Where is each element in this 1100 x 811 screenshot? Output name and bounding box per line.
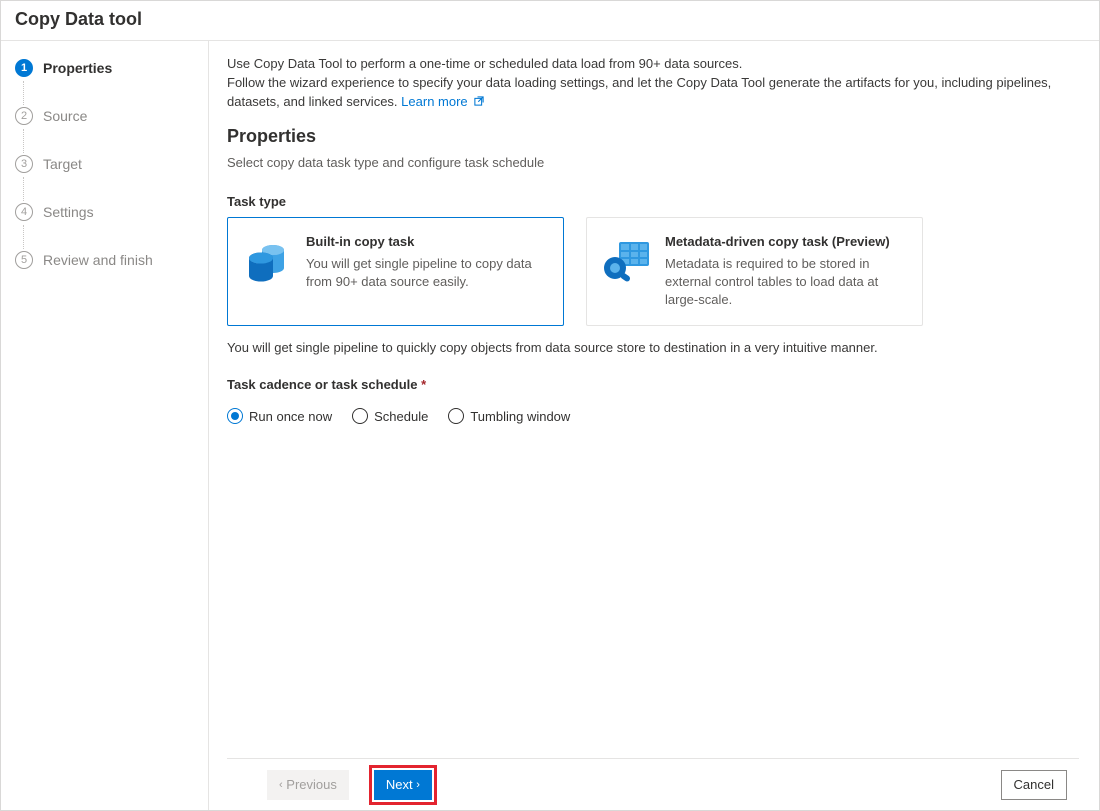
step-settings[interactable]: 4 Settings bbox=[15, 203, 194, 221]
radio-dot-icon bbox=[227, 408, 243, 424]
external-link-icon bbox=[473, 95, 485, 107]
task-type-cards: Built-in copy task You will get single p… bbox=[227, 217, 1079, 327]
step-review[interactable]: 5 Review and finish bbox=[15, 251, 194, 269]
required-asterisk: * bbox=[421, 377, 426, 392]
step-number: 2 bbox=[15, 107, 33, 125]
step-label: Properties bbox=[43, 60, 112, 76]
metadata-icon bbox=[601, 236, 651, 286]
radio-dot-icon bbox=[352, 408, 368, 424]
step-number: 3 bbox=[15, 155, 33, 173]
intro-line1: Use Copy Data Tool to perform a one-time… bbox=[227, 56, 742, 71]
card-desc: Metadata is required to be stored in ext… bbox=[665, 255, 906, 310]
schedule-label: Task cadence or task schedule * bbox=[227, 377, 1079, 392]
task-type-label: Task type bbox=[227, 194, 1079, 209]
step-number: 1 bbox=[15, 59, 33, 77]
card-builtin-copy[interactable]: Built-in copy task You will get single p… bbox=[227, 217, 564, 327]
next-button[interactable]: Next › bbox=[374, 770, 432, 800]
step-number: 5 bbox=[15, 251, 33, 269]
section-subheading: Select copy data task type and configure… bbox=[227, 155, 1079, 170]
step-properties[interactable]: 1 Properties bbox=[15, 59, 194, 77]
card-content: Built-in copy task You will get single p… bbox=[306, 234, 547, 310]
wizard-footer: ‹ Previous Next › Cancel bbox=[227, 758, 1079, 810]
step-label: Review and finish bbox=[43, 252, 153, 268]
intro-line2: Follow the wizard experience to specify … bbox=[227, 75, 1051, 109]
cancel-button[interactable]: Cancel bbox=[1001, 770, 1067, 800]
card-title: Metadata-driven copy task (Preview) bbox=[665, 234, 906, 249]
window-title: Copy Data tool bbox=[1, 1, 1099, 41]
card-desc: You will get single pipeline to copy dat… bbox=[306, 255, 547, 291]
card-metadata-driven[interactable]: Metadata-driven copy task (Preview) Meta… bbox=[586, 217, 923, 327]
step-source[interactable]: 2 Source bbox=[15, 107, 194, 125]
previous-button[interactable]: ‹ Previous bbox=[267, 770, 349, 800]
card-content: Metadata-driven copy task (Preview) Meta… bbox=[665, 234, 906, 310]
chevron-left-icon: ‹ bbox=[279, 779, 283, 791]
step-label: Settings bbox=[43, 204, 94, 220]
wizard-steps: 1 Properties 2 Source 3 Target 4 Setting… bbox=[1, 41, 209, 810]
section-heading: Properties bbox=[227, 126, 1079, 147]
intro-text: Use Copy Data Tool to perform a one-time… bbox=[227, 55, 1079, 112]
step-target[interactable]: 3 Target bbox=[15, 155, 194, 173]
chevron-right-icon: › bbox=[416, 779, 420, 791]
radio-label: Tumbling window bbox=[470, 409, 570, 424]
highlight-box: Next › bbox=[369, 765, 437, 805]
main-panel: Use Copy Data Tool to perform a one-time… bbox=[209, 41, 1099, 810]
wizard-window: Copy Data tool 1 Properties 2 Source 3 T… bbox=[0, 0, 1100, 811]
radio-label: Schedule bbox=[374, 409, 428, 424]
step-label: Target bbox=[43, 156, 82, 172]
radio-tumbling-window[interactable]: Tumbling window bbox=[448, 408, 570, 424]
step-label: Source bbox=[43, 108, 87, 124]
database-icon bbox=[242, 236, 292, 286]
radio-dot-icon bbox=[448, 408, 464, 424]
radio-run-once[interactable]: Run once now bbox=[227, 408, 332, 424]
learn-more-link[interactable]: Learn more bbox=[401, 94, 485, 109]
step-number: 4 bbox=[15, 203, 33, 221]
radio-schedule[interactable]: Schedule bbox=[352, 408, 428, 424]
body: 1 Properties 2 Source 3 Target 4 Setting… bbox=[1, 41, 1099, 810]
card-title: Built-in copy task bbox=[306, 234, 547, 249]
radio-label: Run once now bbox=[249, 409, 332, 424]
schedule-radio-group: Run once now Schedule Tumbling window bbox=[227, 408, 1079, 424]
task-type-note: You will get single pipeline to quickly … bbox=[227, 340, 1079, 355]
